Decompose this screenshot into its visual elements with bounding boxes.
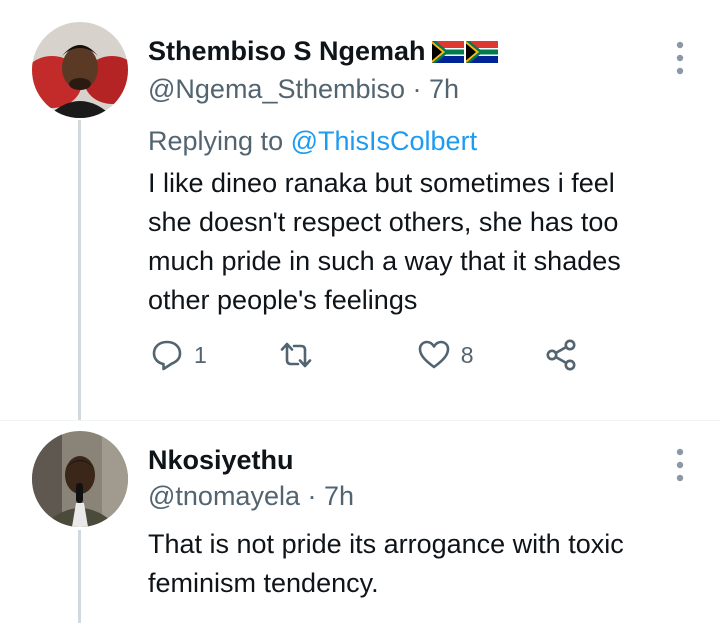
reply-count: 1 <box>194 341 207 368</box>
tweet-text-line: That is not pride its arrogance with tox… <box>148 529 624 559</box>
avatar[interactable] <box>32 22 128 118</box>
share-button[interactable] <box>544 338 578 372</box>
reply-button[interactable]: 1 <box>150 338 207 372</box>
handle-row: @Ngema_Sthembiso · 7h <box>148 74 459 105</box>
tweet-text-line: much pride in such a way that it shades <box>148 246 621 276</box>
tweet-text: I like dineo ranaka but sometimes i feel… <box>148 164 621 320</box>
share-icon <box>546 339 576 371</box>
mention-link[interactable]: @ThisIsColbert <box>291 126 477 156</box>
reply-icon <box>152 340 182 371</box>
display-name[interactable]: Nkosiyethu <box>148 445 294 476</box>
handle[interactable]: @Ngema_Sthembiso <box>148 74 405 104</box>
heart-icon <box>418 340 450 369</box>
tweet-text: That is not pride its arrogance with tox… <box>148 525 624 603</box>
timestamp[interactable]: 7h <box>429 74 459 104</box>
retweet-icon <box>280 342 312 368</box>
tweet-text-line: I like dineo ranaka but sometimes i feel <box>148 168 615 198</box>
more-options-icon[interactable] <box>670 445 690 485</box>
tweet[interactable]: Nkosiyethu @tnomayela · 7h That is not p… <box>0 421 720 623</box>
replying-to: Replying to @ThisIsColbert <box>148 126 477 157</box>
timestamp[interactable]: 7h <box>324 481 354 511</box>
separator: · <box>405 74 430 104</box>
handle-row: @tnomayela · 7h <box>148 481 354 512</box>
like-count: 8 <box>460 341 474 368</box>
tweet-text-line: she doesn't respect others, she has too <box>148 207 619 237</box>
south-africa-flag-icon <box>465 40 498 63</box>
display-name[interactable]: Sthembiso S Ngemah <box>148 36 426 67</box>
action-bar: 1 8 <box>150 338 578 372</box>
replying-to-label: Replying to <box>148 126 284 156</box>
tweet-text-line: other people's feelings <box>148 285 418 315</box>
avatar[interactable] <box>32 431 128 527</box>
tweet-text-line: feminism tendency. <box>148 568 379 598</box>
retweet-button[interactable] <box>279 338 313 372</box>
more-options-icon[interactable] <box>670 38 690 78</box>
tweet[interactable]: Sthembiso S Ngemah @Ngema_Sthembiso · 7h… <box>0 0 720 420</box>
handle[interactable]: @tnomayela <box>148 481 300 511</box>
like-button[interactable]: 8 <box>417 338 474 372</box>
south-africa-flag-icon <box>431 40 464 63</box>
separator: · <box>299 481 324 511</box>
